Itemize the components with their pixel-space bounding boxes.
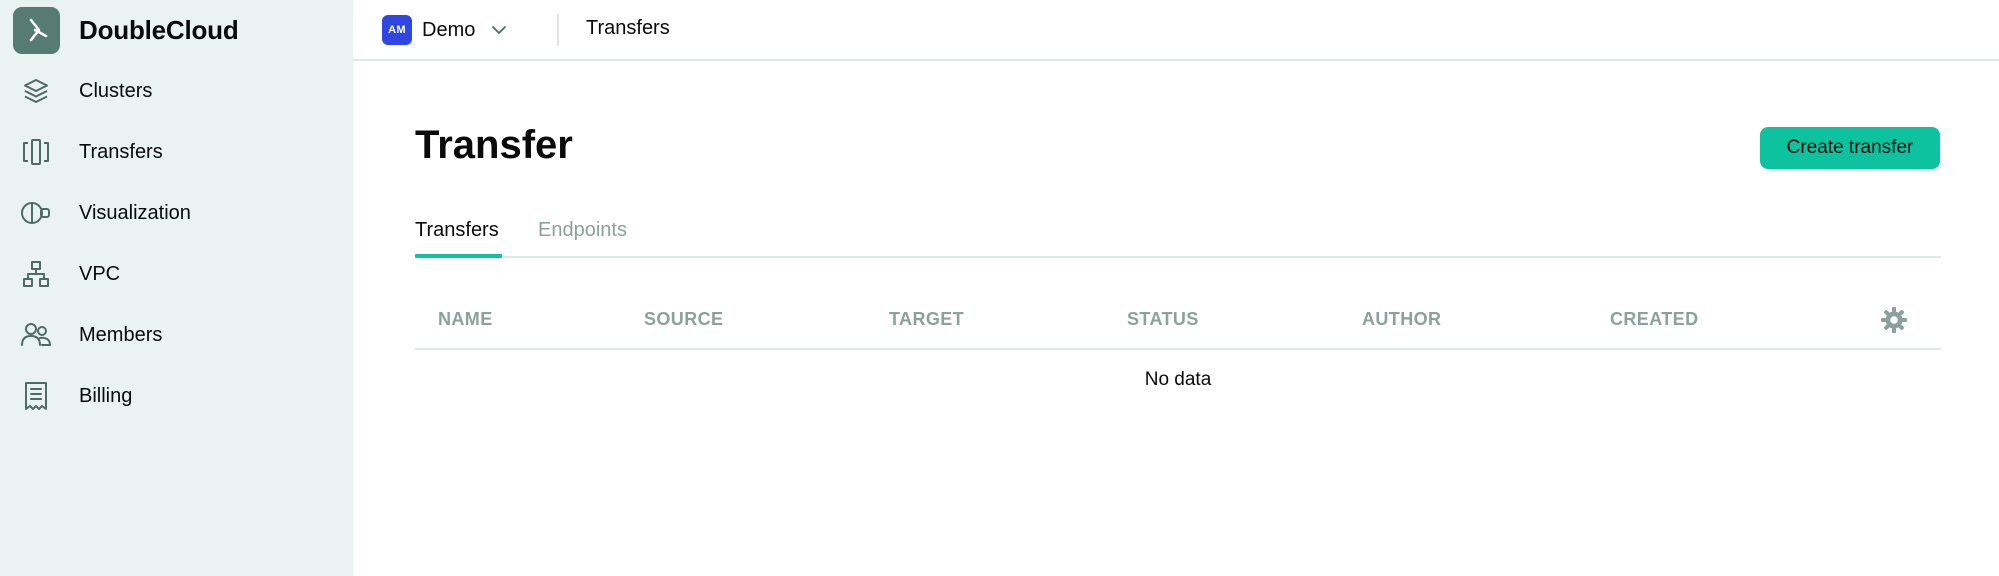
sidebar-item-visualization[interactable]: Visualization: [18, 193, 191, 233]
sidebar-item-label: Visualization: [79, 201, 191, 224]
tab-transfers[interactable]: Transfers: [415, 219, 499, 242]
sidebar-item-transfers[interactable]: Transfers: [18, 132, 163, 172]
sidebar-item-label: Clusters: [79, 79, 153, 102]
sidebar-item-label: VPC: [79, 262, 121, 285]
gear-icon[interactable]: [1880, 306, 1908, 334]
top-bar: AM Demo Transfers: [353, 0, 1999, 61]
sidebar-item-label: Transfers: [79, 140, 163, 163]
topbar-divider: [557, 14, 559, 46]
active-tab-indicator: [415, 254, 502, 258]
breadcrumb: Transfers: [586, 17, 670, 39]
layers-icon: [18, 73, 54, 109]
column-header-target[interactable]: TARGET: [889, 309, 964, 330]
brand-name: DoubleCloud: [79, 14, 239, 45]
visualization-icon: [18, 195, 54, 231]
sidebar-item-clusters[interactable]: Clusters: [18, 71, 152, 111]
doublecloud-logo-icon: [13, 6, 60, 54]
column-header-name[interactable]: NAME: [438, 309, 493, 330]
org-switcher[interactable]: AM Demo: [382, 15, 509, 45]
column-header-status[interactable]: STATUS: [1127, 309, 1199, 330]
sidebar-item-label: Billing: [79, 384, 133, 407]
create-transfer-button[interactable]: Create transfer: [1760, 127, 1940, 169]
org-avatar: AM: [382, 15, 412, 45]
sidebar-item-billing[interactable]: Billing: [18, 376, 132, 416]
tab-bar: Transfers Endpoints: [415, 212, 1941, 258]
table-header: NAME SOURCE TARGET STATUS AUTHOR CREATED: [415, 300, 1941, 350]
receipt-icon: [18, 378, 54, 414]
chevron-down-icon: [489, 20, 509, 40]
sidebar-item-label: Members: [79, 323, 163, 346]
column-header-author[interactable]: AUTHOR: [1362, 309, 1441, 330]
sidebar-item-vpc[interactable]: VPC: [18, 254, 120, 294]
network-icon: [18, 256, 54, 292]
column-header-source[interactable]: SOURCE: [644, 309, 723, 330]
page-title: Transfer: [415, 123, 573, 167]
empty-table-message: No data: [1144, 369, 1212, 390]
members-icon: [18, 317, 54, 353]
transfer-icon: [18, 134, 54, 170]
sidebar-item-members[interactable]: Members: [18, 315, 162, 355]
tab-endpoints[interactable]: Endpoints: [538, 219, 627, 242]
org-name: Demo: [422, 18, 476, 41]
brand[interactable]: DoubleCloud: [13, 6, 239, 54]
sidebar: DoubleCloud Clusters Transfers Visualiza…: [0, 0, 353, 576]
column-header-created[interactable]: CREATED: [1610, 309, 1698, 330]
